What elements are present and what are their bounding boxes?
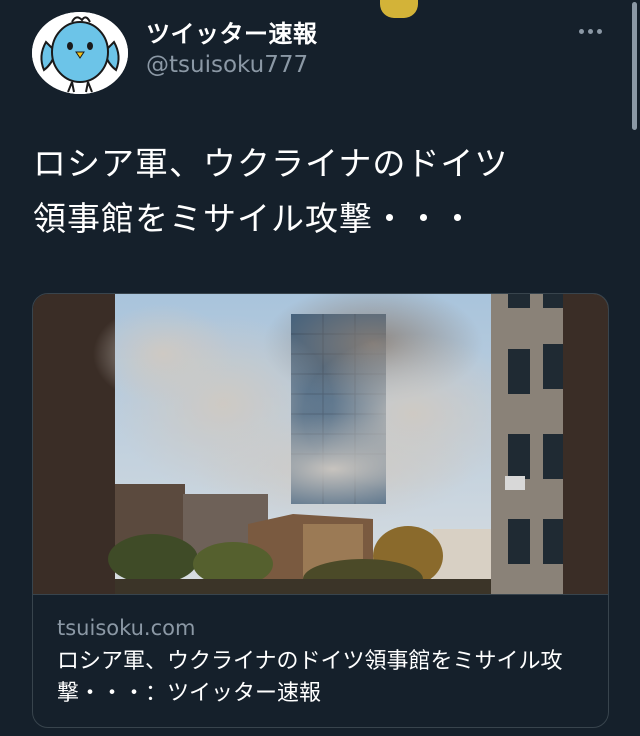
- card-image[interactable]: [33, 294, 608, 594]
- link-preview-card[interactable]: tsuisoku.com ロシア軍、ウクライナのドイツ領事館をミサイル攻撃・・・…: [32, 293, 609, 728]
- display-name[interactable]: ツイッター速報: [146, 14, 318, 49]
- tweet-text-line: ロシア軍、ウクライナのドイツ: [33, 144, 509, 183]
- account-handle[interactable]: @tsuisoku777: [146, 52, 308, 78]
- tweet-text-line: 領事館をミサイル攻撃・・・: [33, 199, 475, 238]
- partial-emoji-decoration: [380, 0, 418, 18]
- card-divider: [33, 594, 608, 595]
- scrollbar[interactable]: [632, 2, 637, 130]
- card-domain[interactable]: tsuisoku.com: [57, 616, 195, 640]
- card-title[interactable]: ロシア軍、ウクライナのドイツ領事館をミサイル攻撃・・・：ツイッター速報: [57, 646, 587, 710]
- tweet-text: ロシア軍、ウクライナのドイツ 領事館をミサイル攻撃・・・: [33, 136, 613, 246]
- avatar[interactable]: [32, 12, 128, 94]
- blue-bird-icon: [32, 12, 128, 94]
- more-horizontal-icon[interactable]: [574, 18, 606, 44]
